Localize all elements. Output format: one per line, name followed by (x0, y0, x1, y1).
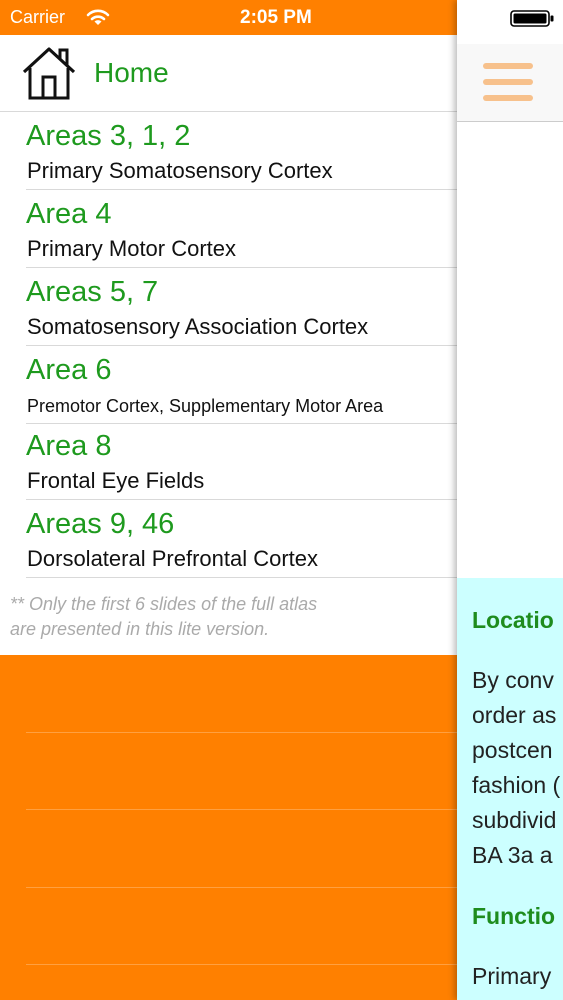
navigation-bar (457, 44, 563, 122)
menu-bar-line (483, 79, 533, 85)
menu-bar-line (483, 95, 533, 101)
menu-item-areas-9-46[interactable]: Areas 9, 46 Dorsolateral Prefrontal Cort… (0, 500, 457, 578)
content-panel: Locatio By conv order as postcen fashion… (457, 0, 563, 1000)
area-subtitle: Somatosensory Association Cortex (27, 314, 369, 339)
area-subtitle: Primary Somatosensory Cortex (27, 158, 333, 183)
menu-item-area-6[interactable]: Area 6 Premotor Cortex, Supplementary Mo… (0, 346, 457, 424)
function-text-line: Primary (472, 963, 552, 989)
carrier-label: Carrier (10, 7, 66, 27)
location-text-line: subdivid (472, 807, 557, 833)
home-label: Home (94, 57, 169, 88)
lite-version-footnote: ** Only the first 6 slides of the full a… (10, 592, 450, 642)
area-subtitle: Frontal Eye Fields (27, 468, 205, 493)
menu-list: Home Areas 3, 1, 2 Primary Somatosensory… (0, 35, 457, 655)
menu-item-areas-5-7[interactable]: Areas 5, 7 Somatosensory Association Cor… (0, 268, 457, 346)
empty-row-divider (26, 887, 457, 888)
menu-item-areas-3-1-2[interactable]: Areas 3, 1, 2 Primary Somatosensory Cort… (0, 112, 457, 190)
divider (26, 577, 457, 578)
empty-row-divider (26, 809, 457, 810)
menu-bar-line (483, 63, 533, 69)
location-text-line: order as (472, 702, 557, 728)
status-bar: Carrier 2:05 PM (0, 0, 457, 35)
menu-item-home[interactable]: Home (0, 35, 457, 112)
area-title: Areas 9, 46 (26, 508, 175, 540)
location-text-line: BA 3a a (472, 842, 553, 868)
area-subtitle: Premotor Cortex, Supplementary Motor Are… (27, 396, 384, 416)
menu-item-area-4[interactable]: Area 4 Primary Motor Cortex (0, 190, 457, 268)
wifi-icon (86, 9, 110, 25)
area-title: Areas 5, 7 (26, 276, 159, 308)
status-time: 2:05 PM (240, 7, 312, 28)
side-menu: Carrier 2:05 PM Home Areas 3, 1, 2 Prima… (0, 0, 457, 1000)
location-heading: Locatio (472, 607, 554, 633)
location-text-line: fashion ( (472, 772, 561, 798)
area-title: Area 6 (26, 354, 112, 386)
footnote-line: ** Only the first 6 slides of the full a… (10, 594, 318, 614)
area-subtitle: Dorsolateral Prefrontal Cortex (27, 546, 319, 571)
battery-icon (510, 10, 554, 27)
location-text-line: By conv (472, 667, 554, 693)
location-text-line: postcen (472, 737, 553, 763)
menu-item-area-8[interactable]: Area 8 Frontal Eye Fields (0, 422, 457, 500)
footnote-line: are presented in this lite version. (10, 619, 270, 639)
home-icon (22, 47, 76, 100)
area-title: Area 8 (26, 430, 112, 462)
area-title: Areas 3, 1, 2 (26, 120, 191, 152)
area-title: Area 4 (26, 198, 112, 230)
area-subtitle: Primary Motor Cortex (27, 236, 237, 261)
info-panel: Locatio By conv order as postcen fashion… (457, 578, 563, 1000)
empty-row-divider (26, 964, 457, 965)
empty-row-divider (26, 732, 457, 733)
hamburger-menu-icon[interactable] (483, 63, 535, 103)
function-heading: Functio (472, 903, 556, 929)
